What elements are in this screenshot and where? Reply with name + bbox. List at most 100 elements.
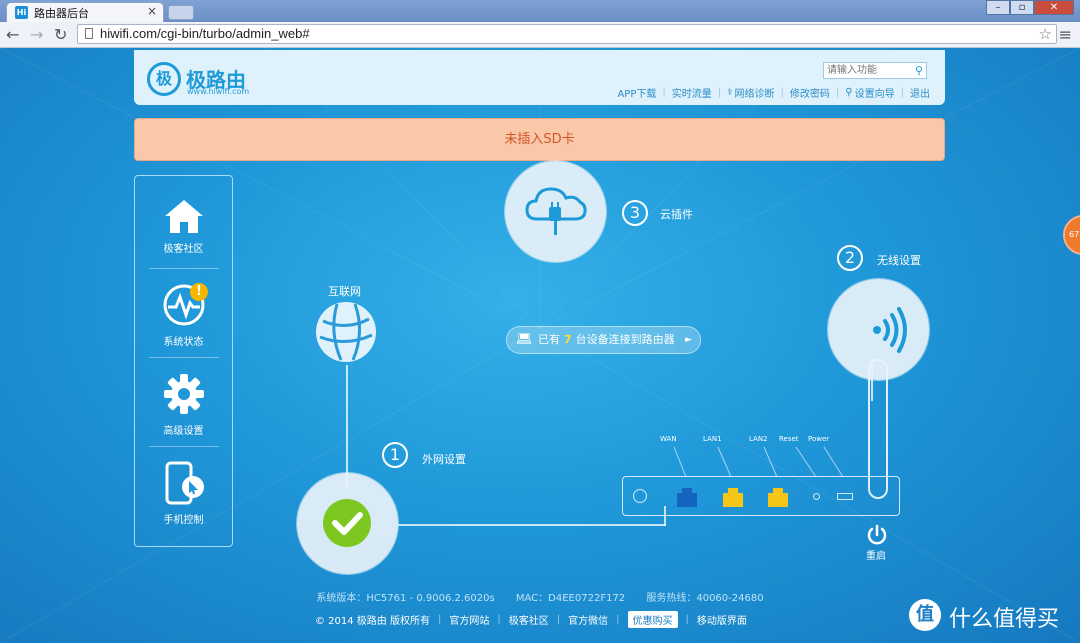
step-number: 3 xyxy=(622,200,648,226)
footer-links: © 2014 极路由 版权所有 | 官方网站 | 极客社区 | 官方微信 | 优… xyxy=(315,611,747,628)
sidebar-item-community[interactable]: 极客社区 xyxy=(135,176,232,264)
phone-icon xyxy=(165,461,204,505)
sidebar-item-label: 极客社区 xyxy=(163,244,204,255)
wifi-icon xyxy=(873,307,907,353)
link-setup-wizard[interactable]: 设置向导 xyxy=(855,85,895,100)
devices-count: 7 xyxy=(564,333,572,346)
forward-icon[interactable]: → xyxy=(30,25,43,44)
maximize-icon[interactable]: ▫ xyxy=(1010,0,1034,15)
link-logout[interactable]: 退出 xyxy=(910,85,930,100)
sd-card-warning-banner[interactable]: 未插入SD卡 xyxy=(134,118,945,161)
address-bar[interactable]: hiwifi.com/cgi-bin/turbo/admin_web# ☆ xyxy=(77,24,1057,44)
link-realtime-traffic[interactable]: 实时流量 xyxy=(672,85,712,100)
tab-close-icon[interactable]: × xyxy=(147,4,157,18)
devices-prefix: 已有 xyxy=(538,333,560,346)
link-mobile-version[interactable]: 移动版界面 xyxy=(697,612,747,627)
lan2-port-icon[interactable] xyxy=(764,485,792,507)
home-icon xyxy=(165,200,203,233)
bookmark-star-icon[interactable]: ☆ xyxy=(1039,25,1052,43)
divider: | xyxy=(780,87,784,98)
browser-menu-icon[interactable]: ≡ xyxy=(1059,25,1072,44)
port-leader-lines xyxy=(673,446,844,478)
tab-title: 路由器后台 xyxy=(34,7,89,20)
port-label-wan: WAN xyxy=(660,435,677,443)
copyright-text: © 2014 极路由 版权所有 xyxy=(315,616,430,627)
reload-icon[interactable]: ↻ xyxy=(54,25,67,44)
header-links: APP下载 | 实时流量 | ⚕ 网络诊断 | 修改密码 | ⚲ 设置向导 | … xyxy=(617,85,930,100)
lan1-port-icon[interactable] xyxy=(719,485,747,507)
minimize-icon[interactable]: – xyxy=(986,0,1010,15)
port-label-lan1: LAN1 xyxy=(703,435,722,443)
link-official-wechat[interactable]: 官方微信 xyxy=(568,612,608,627)
wireless-circle[interactable] xyxy=(828,279,929,380)
url-text: hiwifi.com/cgi-bin/turbo/admin_web# xyxy=(100,26,310,41)
logo-icon[interactable]: 极 xyxy=(147,62,181,96)
browser-toolbar: ← → ↻ hiwifi.com/cgi-bin/turbo/admin_web… xyxy=(0,22,1080,48)
search-input[interactable] xyxy=(824,63,912,78)
reboot-label[interactable]: 重启 xyxy=(866,547,886,562)
reset-hole[interactable] xyxy=(813,493,820,500)
logo-url: www.hiwifi.com xyxy=(187,87,250,96)
watermark-logo-icon: 值 xyxy=(909,599,941,631)
divider: | xyxy=(662,87,666,98)
version-text: 系统版本：HC5761 - 0.9006.2.6020s xyxy=(316,593,495,604)
back-icon[interactable]: ← xyxy=(6,25,19,44)
divider: | xyxy=(685,614,689,625)
sidebar-item-label: 系统状态 xyxy=(163,337,204,348)
divider: | xyxy=(556,614,561,625)
function-search: ⚲ xyxy=(823,62,927,79)
globe-icon[interactable] xyxy=(315,301,377,363)
step-label-cloud-plugin[interactable]: 云插件 xyxy=(660,206,693,222)
connector-line xyxy=(346,365,348,488)
cloud-plug-icon xyxy=(525,187,587,235)
hotline-text: 服务热线：40060-24680 xyxy=(646,593,764,604)
sidebar-item-system-status[interactable]: 系统状态 xyxy=(135,269,232,357)
divider: | xyxy=(438,614,442,625)
link-geek-community[interactable]: 极客社区 xyxy=(509,612,549,627)
wan-port-icon[interactable] xyxy=(673,485,701,507)
divider: | xyxy=(835,87,840,98)
stethoscope-icon: ⚕ xyxy=(727,87,733,98)
power-icon[interactable] xyxy=(866,524,888,546)
sidebar-item-label: 高级设置 xyxy=(163,426,204,437)
port-label-lan2: LAN2 xyxy=(749,435,768,443)
deal-button[interactable]: 优惠购买 xyxy=(627,611,678,628)
cloud-plugin-circle[interactable] xyxy=(505,161,606,262)
connector-line xyxy=(398,524,666,526)
wan-circle[interactable] xyxy=(297,473,398,574)
window-close-icon[interactable]: ✕ xyxy=(1034,0,1074,15)
sidebar-item-phone-control[interactable]: 手机控制 xyxy=(135,447,232,535)
new-tab-button[interactable] xyxy=(168,5,194,20)
devices-text: 已有 7 台设备连接到路由器 xyxy=(538,327,675,353)
link-official-site[interactable]: 官方网站 xyxy=(449,612,489,627)
sidebar: 极客社区 系统状态 ! 高级设置 手机控制 xyxy=(134,175,233,547)
step-label-wireless[interactable]: 无线设置 xyxy=(877,252,921,268)
admin-header: 极 极路由 www.hiwifi.com ⚲ APP下载 | 实时流量 | ⚕ … xyxy=(134,50,945,105)
window-controls: – ▫ ✕ xyxy=(986,0,1074,15)
sidebar-item-advanced-settings[interactable]: 高级设置 xyxy=(135,358,232,446)
page-icon xyxy=(85,28,93,39)
step-number: 2 xyxy=(837,245,863,271)
arrow-right-icon: ► xyxy=(685,335,692,345)
checkmark-icon xyxy=(323,499,371,547)
led-indicator xyxy=(633,489,647,503)
port-label-reset: Reset xyxy=(779,435,799,443)
browser-tab[interactable]: Hi 路由器后台 × xyxy=(6,2,164,22)
power-socket xyxy=(837,493,853,500)
search-icon[interactable]: ⚲ xyxy=(915,64,923,77)
gear-icon xyxy=(164,374,204,414)
divider: | xyxy=(497,614,501,625)
connected-devices-pill[interactable]: 💻︎ 已有 7 台设备连接到路由器 ► xyxy=(506,326,701,354)
link-app-download[interactable]: APP下载 xyxy=(617,85,656,100)
divider: | xyxy=(616,614,620,625)
browser-tab-bar: Hi 路由器后台 × – ▫ ✕ xyxy=(0,0,1080,22)
watermark-text: 什么值得买 xyxy=(949,607,1060,632)
step-number: 1 xyxy=(382,442,408,468)
link-change-password[interactable]: 修改密码 xyxy=(790,85,830,100)
step-label-wan[interactable]: 外网设置 xyxy=(422,451,466,467)
alert-icon: ! xyxy=(190,283,208,301)
sidebar-item-label: 手机控制 xyxy=(163,515,204,526)
wizard-icon: ⚲ xyxy=(845,87,853,98)
link-network-diagnosis[interactable]: 网络诊断 xyxy=(735,85,775,100)
mac-text: MAC：D4EE0722F172 xyxy=(515,593,626,604)
